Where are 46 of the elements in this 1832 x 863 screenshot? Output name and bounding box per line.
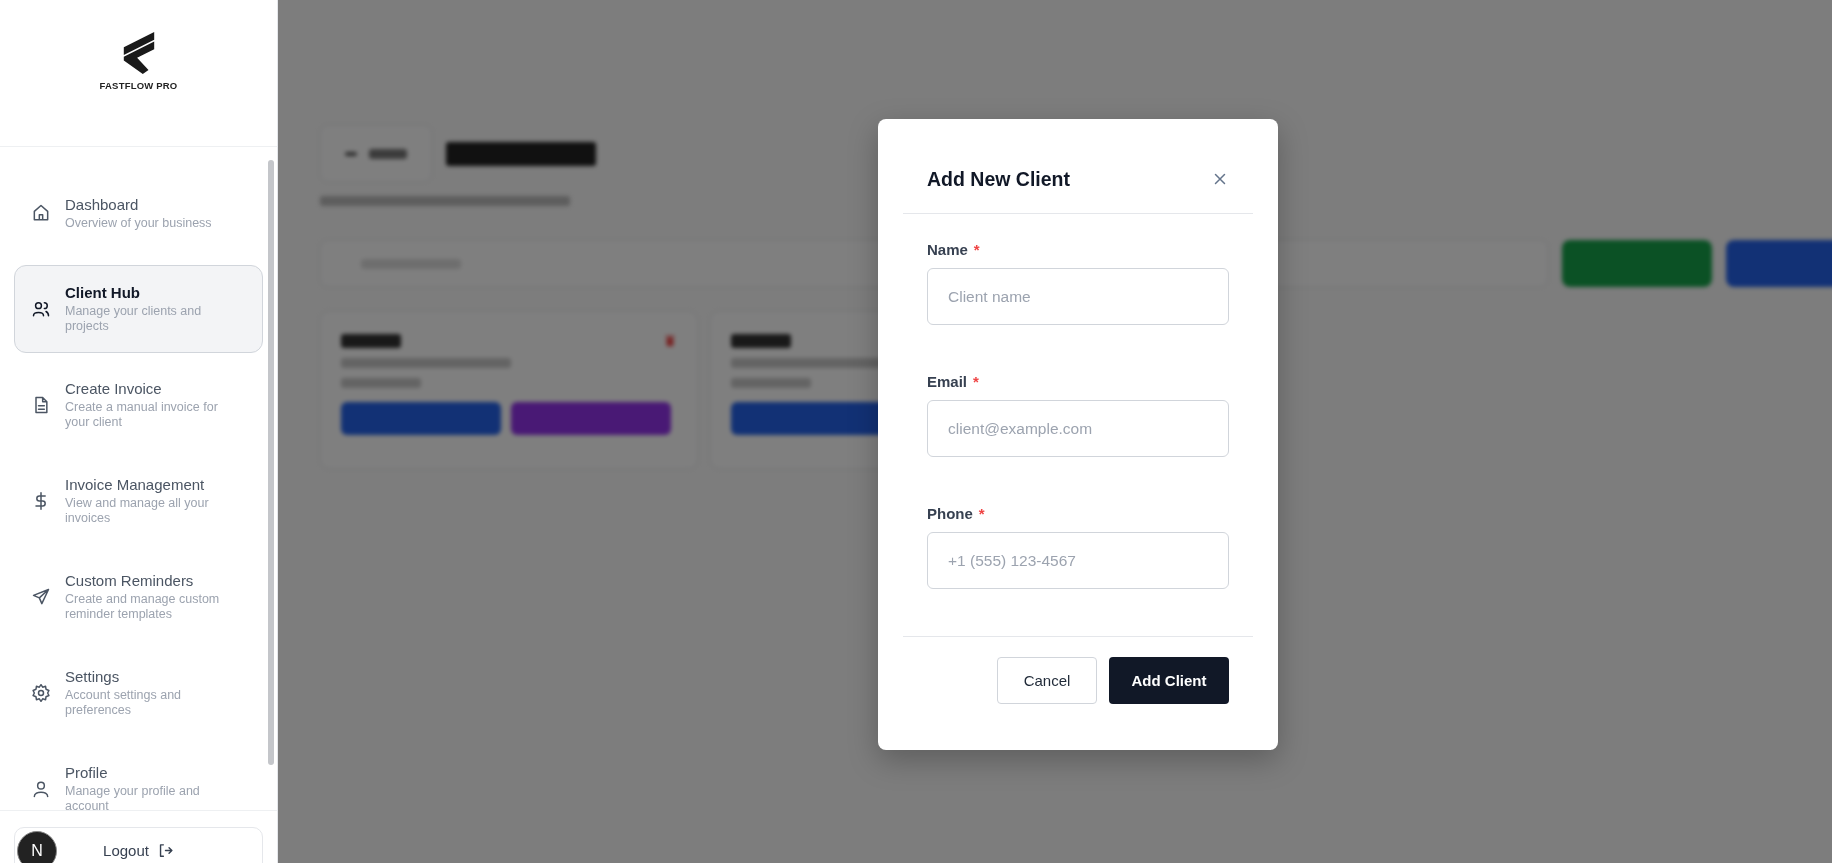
nav-item-title: Dashboard [65, 195, 140, 213]
required-mark: * [978, 505, 985, 522]
nav-item-title: Settings [65, 668, 121, 685]
nav-item[interactable]: Dashboard Overview of your business [14, 169, 263, 257]
input-field[interactable]: +1 (555) 123-4567 [927, 532, 1229, 589]
settings-icon [31, 683, 51, 703]
add-client-button[interactable]: Add Client [1109, 657, 1229, 704]
nav-item-description: Manage your clients and projects [65, 304, 203, 334]
field-label: Email [927, 373, 968, 390]
action-button[interactable] [1562, 240, 1712, 287]
nav-item-title: Profile [65, 764, 109, 781]
field-label: Name [927, 241, 968, 258]
users-icon [31, 299, 51, 319]
nav-item-description: Create and manage custom reminder templates [65, 592, 221, 622]
input-field[interactable]: client@example.com [927, 400, 1229, 457]
nav-item-description: View and manage all your invoices [65, 496, 210, 526]
nav-item[interactable]: Profile Manage your profile and account [14, 745, 263, 810]
nav-item-title: Invoice Management [65, 476, 206, 493]
scrollbar[interactable] [268, 160, 274, 765]
action-button[interactable] [1726, 240, 1832, 287]
nav-item-description: Overview of your business [65, 215, 212, 231]
nav-item[interactable]: Create Invoice Create a manual invoice for your client [14, 361, 263, 449]
nav-item-title: Client Hub [65, 284, 141, 301]
avatar: N [17, 831, 57, 863]
nav-item[interactable]: Custom Reminders Create and manage custom reminder templates [14, 553, 263, 641]
required-mark: * [973, 241, 980, 258]
required-mark: * [973, 373, 979, 390]
nav-item-description: Create a manual invoice for your client [65, 400, 219, 430]
nav-item[interactable]: Invoice Management View and manage all your invoices [14, 457, 263, 545]
nav-item-title: Custom Reminders [65, 572, 195, 589]
paper-plane-icon [31, 587, 51, 607]
nav-item[interactable]: Settings Account settings and preferences [14, 649, 263, 737]
home-icon [31, 203, 51, 223]
brand-name: FASTFLOW PRO [99, 80, 178, 91]
nav-item[interactable]: Client Hub Manage your clients and projects [14, 265, 263, 353]
nav-item-description: Manage your profile and account [65, 784, 201, 810]
nav-item-title: Create Invoice [65, 380, 163, 397]
blurred-text [731, 334, 791, 348]
field-label: Phone [927, 505, 973, 522]
blurred-text [341, 334, 401, 348]
nav-item-description: Account settings and preferences [65, 688, 183, 718]
dialog-title: Add New Client [927, 168, 1070, 191]
input-field[interactable]: Client name [927, 268, 1229, 325]
user-icon [31, 779, 51, 799]
logout-button[interactable]: N Logout [14, 827, 263, 863]
cancel-button[interactable]: Cancel [997, 657, 1097, 704]
